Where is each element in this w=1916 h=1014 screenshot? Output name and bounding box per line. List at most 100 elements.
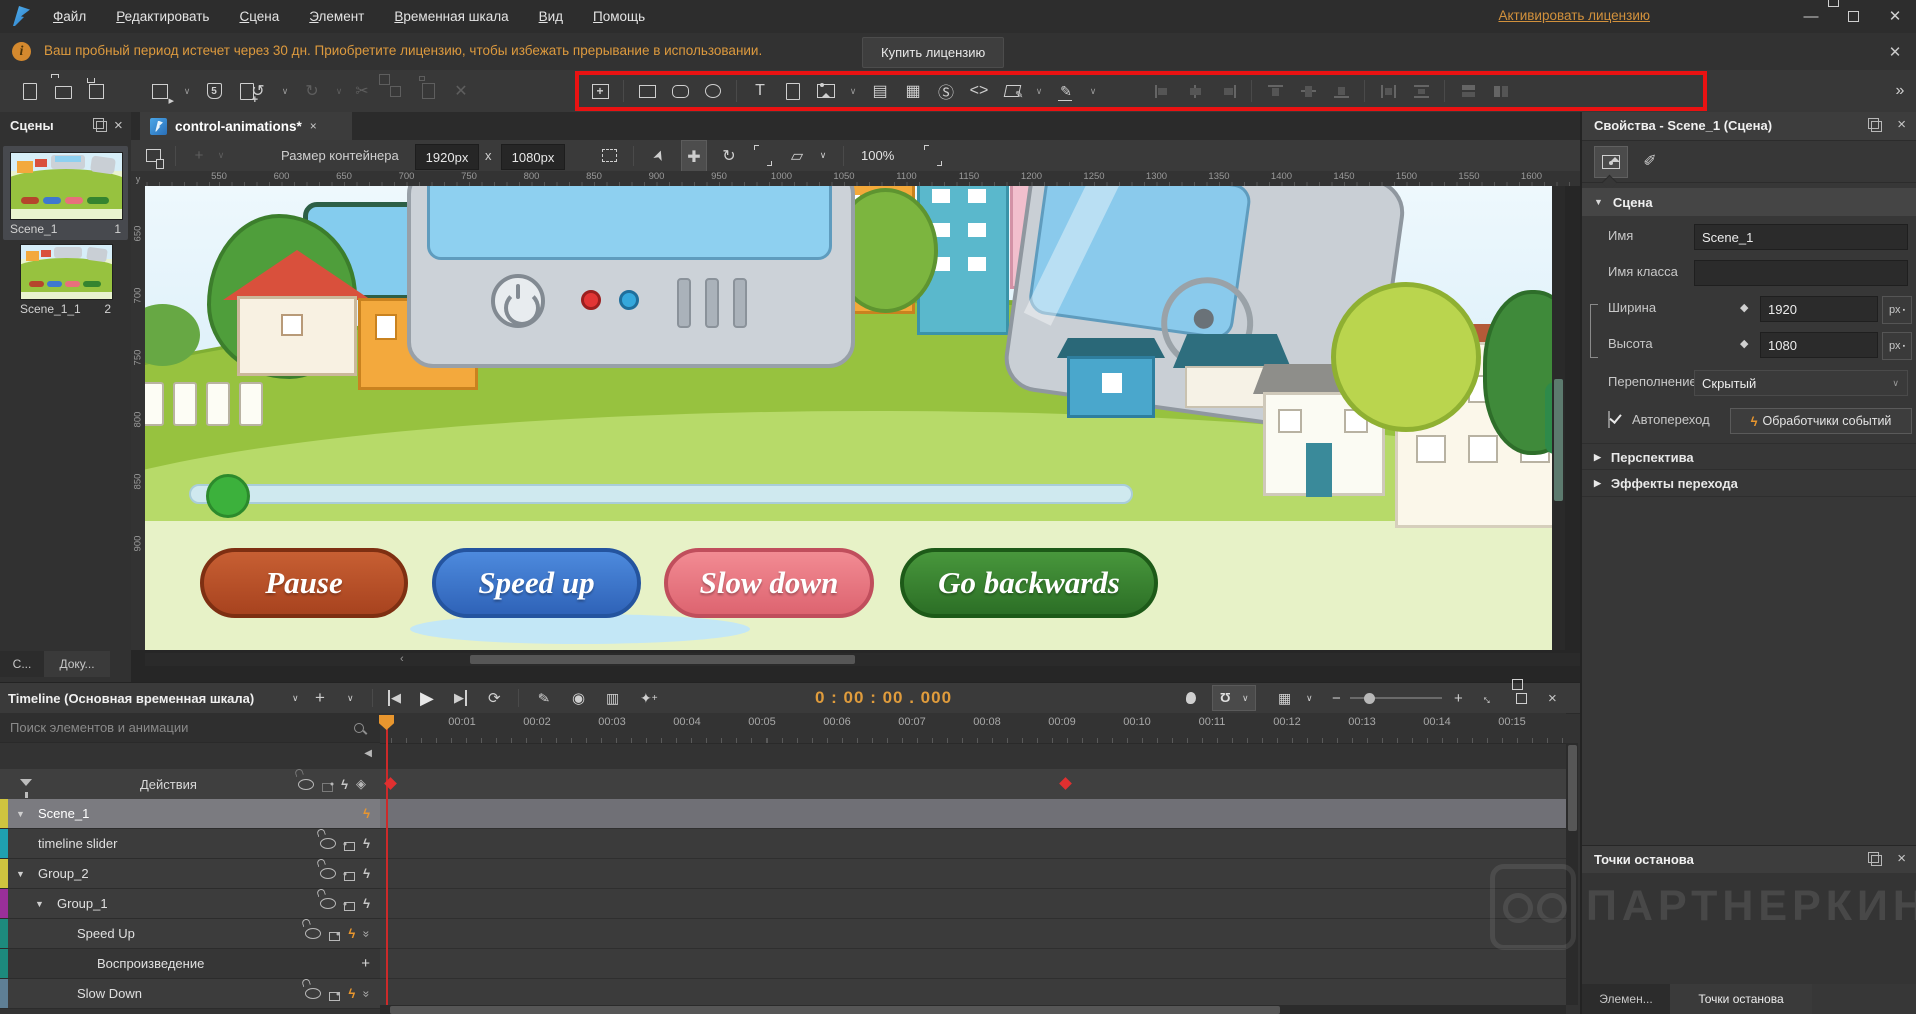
align-left-icon[interactable] xyxy=(1150,78,1174,104)
add-timeline-icon[interactable]: + xyxy=(315,683,325,713)
insert-rectangle-icon[interactable] xyxy=(635,78,659,104)
skip-to-start-icon[interactable]: ◀ xyxy=(388,683,401,713)
track-expand-arrow[interactable]: ▼ xyxy=(16,809,25,819)
same-width-icon[interactable] xyxy=(1456,78,1480,104)
insert-image-chevron-icon[interactable]: ∨ xyxy=(847,78,859,104)
copy-icon[interactable] xyxy=(383,78,407,104)
align-bottom-icon[interactable] xyxy=(1329,78,1353,104)
grid-chevron-icon[interactable]: ∨ xyxy=(1306,683,1318,713)
auto-keyframe-icon[interactable]: ✎ xyxy=(535,682,552,714)
align-center-icon[interactable] xyxy=(1183,78,1207,104)
add-keyframe-icon[interactable]: + xyxy=(361,955,370,972)
width-keyframe-diamond-icon[interactable]: ◆ xyxy=(1740,301,1748,314)
grid-icon[interactable]: ▦ xyxy=(1278,683,1291,713)
save-icon[interactable] xyxy=(84,78,108,104)
track-lane[interactable] xyxy=(380,829,1566,859)
track-lane[interactable] xyxy=(380,859,1566,889)
pen-tool-icon[interactable]: ✎ xyxy=(1054,78,1078,104)
events-icon[interactable]: ϟ xyxy=(363,866,370,881)
menu-item-7[interactable]: Помощь xyxy=(578,0,660,33)
track-row-speed-up[interactable]: Speed Upϟ» xyxy=(0,919,380,949)
menu-item-5[interactable]: Временная шкала xyxy=(379,0,523,33)
track-row-воспроизведение[interactable]: Воспроизведение+ xyxy=(0,949,380,979)
insert-embed-icon[interactable]: <> xyxy=(967,78,991,104)
go-backwards-button[interactable]: Go backwards xyxy=(900,548,1158,618)
close-scenes-panel-icon[interactable]: × xyxy=(114,117,123,134)
document-tab[interactable]: control-animations* × xyxy=(140,112,352,140)
freeform-shape-tool-icon[interactable] xyxy=(1000,78,1024,104)
track-row-scene-1[interactable]: ▼Scene_1ϟ xyxy=(0,799,380,829)
timeline-ruler[interactable]: 000:0100:0200:0300:0400:0500:0600:0700:0… xyxy=(380,713,1566,744)
timeline-vertical-scrollbar[interactable] xyxy=(1566,743,1578,1005)
open-project-icon[interactable] xyxy=(51,78,75,104)
insert-text-block-icon[interactable]: ▤ xyxy=(868,78,892,104)
track-row-timeline-slider[interactable]: timeline sliderϟ xyxy=(0,829,380,859)
events-icon[interactable]: ϟ xyxy=(363,836,370,851)
width-unit-select[interactable]: px▪ xyxy=(1882,296,1912,324)
properties-tab-general[interactable] xyxy=(1594,146,1628,178)
canvas-vscroll-thumb[interactable] xyxy=(1554,379,1563,501)
pen-tool-chevron-icon[interactable]: ∨ xyxy=(1087,78,1099,104)
container-width-input[interactable] xyxy=(415,144,479,170)
tab-document[interactable]: Доку... xyxy=(44,651,110,677)
scene-item-selected[interactable]: Scene_1 1 xyxy=(3,146,128,240)
float-properties-icon[interactable] xyxy=(1871,121,1882,132)
maximize-button[interactable] xyxy=(1832,0,1874,32)
visibility-icon[interactable] xyxy=(320,898,336,909)
track-lane[interactable] xyxy=(380,889,1566,919)
close-document-icon[interactable]: × xyxy=(310,119,317,133)
float-breakpoints-icon[interactable] xyxy=(1871,855,1882,866)
add-effect-icon[interactable]: ✦+ xyxy=(640,683,658,713)
undo-icon[interactable]: ↺ xyxy=(246,78,270,104)
loop-icon[interactable]: ⟳ xyxy=(488,683,501,713)
slow-down-button[interactable]: Slow down xyxy=(664,548,874,618)
height-input[interactable] xyxy=(1760,332,1878,358)
filmstrip-icon[interactable]: ▥ xyxy=(606,683,619,713)
pause-button[interactable]: Pause xyxy=(200,548,408,618)
breakpoint-chevron-icon[interactable]: ∨ xyxy=(215,140,227,171)
skip-to-end-icon[interactable]: ▶ xyxy=(454,683,467,713)
delete-icon[interactable]: ✕ xyxy=(449,78,473,104)
scene-canvas[interactable]: Pause Speed up Slow down Go backwards xyxy=(145,186,1565,650)
scale-tool-icon[interactable] xyxy=(751,140,775,171)
height-unit-select[interactable]: px▪ xyxy=(1882,332,1912,360)
transform-origin-tool-icon[interactable]: ✚ xyxy=(681,140,707,173)
align-middle-icon[interactable] xyxy=(1296,78,1320,104)
timeline-horizontal-scrollbar[interactable] xyxy=(380,1005,1566,1014)
scene-progress-track[interactable] xyxy=(189,484,1133,504)
minimize-button[interactable]: — xyxy=(1790,0,1832,32)
redo-icon[interactable]: ↻ xyxy=(300,78,324,104)
float-panel-icon[interactable] xyxy=(96,121,107,132)
track-expand-arrow[interactable]: ▼ xyxy=(16,869,25,879)
visibility-icon[interactable] xyxy=(305,928,321,939)
track-lane[interactable] xyxy=(380,799,1566,829)
float-timeline-icon[interactable] xyxy=(1516,683,1527,713)
scene-section-header[interactable]: ▼ Сцена xyxy=(1582,188,1916,216)
class-name-input[interactable] xyxy=(1694,260,1908,286)
close-properties-icon[interactable]: × xyxy=(1897,116,1906,133)
events-active-icon[interactable]: ϟ xyxy=(348,926,355,941)
expand-timeline-icon[interactable]: ↔ xyxy=(1482,683,1495,713)
perspective-section[interactable]: ▶ Перспектива xyxy=(1582,443,1916,470)
events-icon[interactable]: ϟ xyxy=(363,896,370,911)
distribute-horizontal-icon[interactable] xyxy=(1376,78,1400,104)
insert-text-icon[interactable]: T xyxy=(748,78,772,104)
responsive-layout-icon[interactable] xyxy=(141,140,165,171)
menu-item-4[interactable]: Элемент xyxy=(294,0,379,33)
preview-options-chevron-icon[interactable]: ∨ xyxy=(181,78,193,104)
track-lane[interactable] xyxy=(380,949,1566,979)
canvas-vertical-scrollbar[interactable] xyxy=(1552,186,1565,650)
close-notification-button[interactable]: ✕ xyxy=(1874,35,1916,68)
paste-icon[interactable] xyxy=(416,78,440,104)
collapse-left-icon[interactable]: ◀ xyxy=(364,748,372,759)
insert-symbol-icon[interactable]: Ⓢ xyxy=(934,78,958,104)
snap-chevron-icon[interactable]: ∨ xyxy=(1242,683,1254,713)
insert-ellipse-icon[interactable] xyxy=(701,78,725,104)
tab-scenes-collapsed[interactable]: С... xyxy=(0,651,44,677)
menu-item-1[interactable]: Файл xyxy=(38,0,101,33)
timeline-search[interactable]: Поиск элементов и анимации xyxy=(0,713,380,743)
export-html5-icon[interactable]: 5 xyxy=(202,78,226,104)
cut-icon[interactable]: ✂ xyxy=(350,78,374,104)
canvas-hscroll-thumb[interactable] xyxy=(470,655,855,664)
expand-animations-icon[interactable]: » xyxy=(360,930,374,937)
